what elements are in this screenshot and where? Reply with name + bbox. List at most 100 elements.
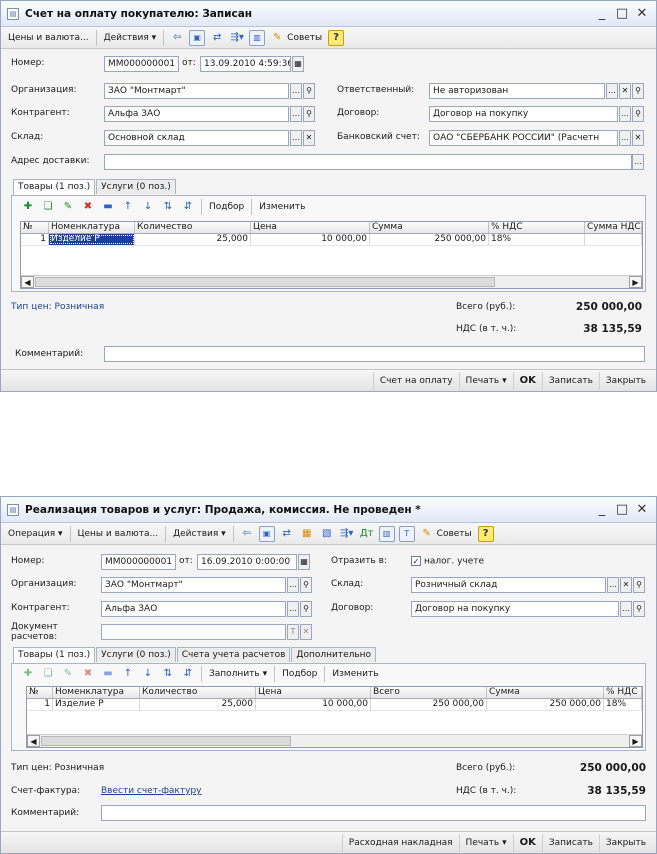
fill-menu-button[interactable]: Заполнить ▾	[205, 665, 271, 683]
print-doc-icon[interactable]: ▥	[249, 29, 266, 46]
scroll-thumb[interactable]	[41, 736, 291, 746]
copy-row-icon[interactable]: ❏	[40, 666, 56, 682]
calendar-icon[interactable]: ▦	[298, 554, 310, 570]
cell-price[interactable]: 10 000,00	[251, 234, 370, 245]
counterparty-field[interactable]: Альфа ЗАО	[104, 106, 289, 122]
pick-button[interactable]: Подбор	[205, 198, 248, 216]
comment-field[interactable]	[101, 805, 646, 821]
delete-row-icon[interactable]: ✖	[80, 199, 96, 215]
debit-credit-icon[interactable]: Дт	[359, 526, 375, 542]
open-search-icon[interactable]: ⚲	[300, 601, 312, 617]
close-button[interactable]: Закрыть	[598, 833, 652, 852]
select-ellipsis-icon[interactable]: …	[620, 601, 632, 617]
waybill-print-button[interactable]: Расходная накладная	[341, 833, 459, 852]
open-search-icon[interactable]: ⚲	[632, 83, 644, 99]
column-header[interactable]: % НДС	[489, 222, 585, 233]
clear-icon[interactable]: ✕	[300, 624, 312, 640]
comment-field[interactable]	[104, 346, 645, 362]
tab-goods[interactable]: Товары (1 поз.)	[13, 179, 96, 195]
select-ellipsis-icon[interactable]: …	[619, 130, 631, 146]
open-search-icon[interactable]: ⚲	[633, 601, 645, 617]
table-row[interactable]: 1 Изделие Р 25,000 10 000,00 250 000,00 …	[27, 699, 642, 711]
clear-icon[interactable]: ✕	[620, 577, 632, 593]
sort-desc-icon[interactable]: ⇵	[180, 199, 196, 215]
scroll-right-icon[interactable]: ▶	[629, 735, 642, 747]
help-icon[interactable]: ?	[477, 525, 494, 542]
open-search-icon[interactable]: ⚲	[303, 83, 315, 99]
column-header[interactable]: Сумма	[487, 687, 604, 698]
sort-desc-icon[interactable]: ⇵	[180, 666, 196, 682]
tips-button[interactable]: Советы	[287, 29, 326, 47]
select-ellipsis-icon[interactable]: …	[290, 130, 302, 146]
date-field[interactable]: 13.09.2010 4:59:36	[200, 56, 291, 72]
column-header[interactable]: Цена	[256, 687, 371, 698]
column-header[interactable]: Сумма	[370, 222, 489, 233]
cell-item[interactable]: Изделие Р	[49, 234, 135, 245]
edit-row-icon[interactable]: ✎	[60, 666, 76, 682]
clear-icon[interactable]: ✕	[619, 83, 631, 99]
clear-icon[interactable]: ✕	[632, 130, 644, 146]
structure-icon[interactable]: ▣	[189, 29, 206, 46]
subordination-icon[interactable]: Т	[398, 525, 415, 542]
actions-menu-button[interactable]: Действия ▾	[100, 29, 161, 47]
go-icon[interactable]: ⇄	[279, 526, 295, 542]
contract-field[interactable]: Договор на покупку	[429, 106, 618, 122]
ok-button[interactable]: OK	[512, 833, 542, 852]
go-icon[interactable]: ⇄	[209, 30, 225, 46]
unpost-document-icon[interactable]: ▧	[319, 526, 335, 542]
tab-goods[interactable]: Товары (1 поз.)	[13, 647, 96, 663]
select-ellipsis-icon[interactable]: …	[287, 601, 299, 617]
cell-quantity[interactable]: 25,000	[140, 699, 256, 710]
tips-icon[interactable]: ✎	[419, 526, 435, 542]
prices-currency-button[interactable]: Цены и валюта...	[74, 525, 163, 543]
select-ellipsis-icon[interactable]: …	[607, 577, 619, 593]
close-icon[interactable]: ✕	[634, 502, 650, 517]
change-button[interactable]: Изменить	[328, 665, 382, 683]
back-arrow-icon[interactable]: ⇦	[169, 30, 185, 46]
end-edit-icon[interactable]: ▬	[100, 666, 116, 682]
create-based-icon[interactable]: ⇶▾	[229, 30, 245, 46]
column-header[interactable]: Количество	[140, 687, 256, 698]
goods-table[interactable]: № Номенклатура Количество Цена Всего Сум…	[26, 686, 643, 748]
scroll-left-icon[interactable]: ◀	[21, 276, 34, 288]
cell-vat-rate[interactable]: 18%	[489, 234, 585, 245]
scroll-left-icon[interactable]: ◀	[27, 735, 40, 747]
edit-row-icon[interactable]: ✎	[60, 199, 76, 215]
column-header[interactable]: % НДС	[604, 687, 642, 698]
select-ellipsis-icon[interactable]: …	[290, 83, 302, 99]
date-field[interactable]: 16.09.2010 0:00:00	[197, 554, 297, 570]
structure-icon[interactable]: ▣	[258, 525, 275, 542]
print-menu-button[interactable]: Печать ▾	[458, 833, 513, 852]
move-down-icon[interactable]: ↓	[140, 199, 156, 215]
move-down-icon[interactable]: ↓	[140, 666, 156, 682]
cell-vat-sum[interactable]	[585, 234, 642, 245]
responsible-field[interactable]: Не авторизован	[429, 83, 605, 99]
close-button[interactable]: Закрыть	[598, 371, 652, 390]
invoice-print-button[interactable]: Счет на оплату	[372, 371, 459, 390]
tips-button[interactable]: Советы	[437, 525, 476, 543]
copy-row-icon[interactable]: ❏	[40, 199, 56, 215]
select-ellipsis-icon[interactable]: …	[632, 154, 644, 170]
save-button[interactable]: Записать	[541, 371, 599, 390]
column-header[interactable]: Сумма НДС	[585, 222, 642, 233]
select-ellipsis-icon[interactable]: …	[290, 106, 302, 122]
tax-accounting-checkbox[interactable]: ✓ налог. учете	[411, 556, 484, 567]
open-search-icon[interactable]: ⚲	[300, 577, 312, 593]
print-doc-icon[interactable]: ▥	[378, 525, 395, 542]
cell-price[interactable]: 10 000,00	[256, 699, 371, 710]
select-ellipsis-icon[interactable]: …	[287, 577, 299, 593]
organization-field[interactable]: ЗАО "Монтмарт"	[101, 577, 286, 593]
cell-sum[interactable]: 250 000,00	[487, 699, 604, 710]
column-header[interactable]: №	[27, 687, 53, 698]
maximize-icon[interactable]: □	[614, 6, 630, 21]
tips-icon[interactable]: ✎	[269, 30, 285, 46]
open-search-icon[interactable]: ⚲	[633, 577, 645, 593]
bank-account-field[interactable]: ОАО "СБЕРБАНК РОССИИ" (Расчетн	[429, 130, 618, 146]
maximize-icon[interactable]: □	[614, 502, 630, 517]
delivery-address-field[interactable]	[104, 154, 632, 170]
column-header[interactable]: Цена	[251, 222, 370, 233]
open-search-icon[interactable]: ⚲	[303, 106, 315, 122]
delete-row-icon[interactable]: ✖	[80, 666, 96, 682]
minimize-icon[interactable]: _	[594, 502, 610, 517]
organization-field[interactable]: ЗАО "Монтмарт"	[104, 83, 289, 99]
